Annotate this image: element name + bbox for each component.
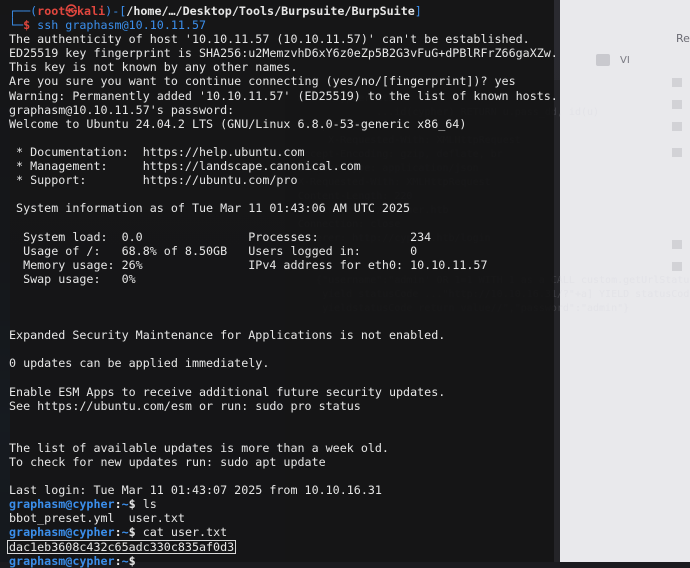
remote-user: graphasm	[9, 497, 66, 512]
output-line: See https://ubuntu.com/esm or run: sudo …	[9, 398, 361, 413]
remote-prompt-line: graphasm@cypher:~$ cat user.txt	[9, 525, 228, 540]
output-line: This key is not known by any other names…	[9, 60, 298, 75]
kali-prompt-line: ┌──(root㉿kali)-[/home/…/Desktop/Tools/Bu…	[9, 4, 422, 18]
output-line: To check for new updates run: sudo apt u…	[9, 455, 326, 469]
skull-icon: ㉿	[65, 4, 78, 18]
output-line: Enable ESM Apps to receive additional fu…	[9, 384, 446, 399]
background-gutter-mark	[672, 122, 682, 131]
remote-prompt-line[interactable]: graphasm@cypher:~$	[9, 554, 554, 568]
background-gutter-mark	[672, 262, 682, 271]
output-line: * Management: https://landscape.canonica…	[9, 159, 361, 174]
output-line: Expanded Security Maintenance for Applic…	[9, 328, 446, 343]
output-line: graphasm@10.10.11.57's password:	[9, 102, 235, 117]
output-line: Warning: Permanently added '10.10.11.57'…	[9, 88, 558, 103]
command-ls: ls	[142, 497, 157, 512]
user-flag[interactable]: dac1eb3608c432c65adc330c835af0d3	[7, 539, 237, 554]
command-line-ssh: └─$ ssh graphasm@10.10.11.57	[9, 18, 207, 33]
background-gutter-mark	[672, 148, 682, 157]
output-line: System load: 0.0 Processes: 234	[9, 229, 432, 244]
command-cat: cat user.txt	[142, 525, 228, 540]
output-line: Usage of /: 68.8% of 8.50GB Users logged…	[9, 243, 418, 258]
prompt-user: root	[37, 4, 66, 18]
terminal-window[interactable]: ┌──(root㉿kali)-[/home/…/Desktop/Tools/Bu…	[0, 0, 558, 568]
output-line: * Documentation: https://help.ubuntu.com	[9, 144, 305, 159]
output-line: Are you sure you want to continue connec…	[9, 74, 516, 89]
background-toolbar-label: VI	[620, 55, 630, 66]
output-line: System information as of Tue Mar 11 01:4…	[9, 201, 411, 216]
output-line: The authenticity of host '10.10.11.57 (1…	[9, 32, 530, 47]
remote-host: cypher	[72, 497, 115, 512]
remote-prompt-line: graphasm@cypher:~$ ls	[9, 497, 157, 512]
output-line: Memory usage: 26% IPv4 address for eth0:…	[9, 257, 488, 272]
command-ssh: ssh graphasm@10.10.11.57	[37, 18, 207, 33]
output-line: The list of available updates is more th…	[9, 440, 389, 455]
prompt-path: /home/…/Desktop/Tools/Burpsuite/BurpSuit…	[126, 4, 415, 18]
prompt-host: kali	[77, 4, 106, 18]
output-line: 0 updates can be applied immediately.	[9, 356, 270, 371]
output-line: Swap usage: 0%	[9, 271, 136, 286]
background-gutter-mark	[672, 78, 682, 87]
flag-line: dac1eb3608c432c65adc330c835af0d3	[7, 539, 554, 554]
background-gutter-mark	[672, 240, 682, 249]
ls-output: bbot_preset.yml user.txt	[9, 511, 185, 526]
output-line: Welcome to Ubuntu 24.04.2 LTS (GNU/Linux…	[9, 116, 467, 131]
output-line: Last login: Tue Mar 11 01:43:07 2025 fro…	[9, 483, 382, 498]
ssh-output: The authenticity of host '10.10.11.57 (1…	[9, 32, 558, 498]
background-gutter-mark	[672, 100, 682, 109]
output-line: ED25519 key fingerprint is SHA256:u2Memz…	[9, 46, 558, 61]
background-tab: Re	[676, 32, 690, 45]
background-toolbar-button	[596, 54, 610, 66]
output-line: * Support: https://ubuntu.com/pro	[9, 173, 298, 188]
